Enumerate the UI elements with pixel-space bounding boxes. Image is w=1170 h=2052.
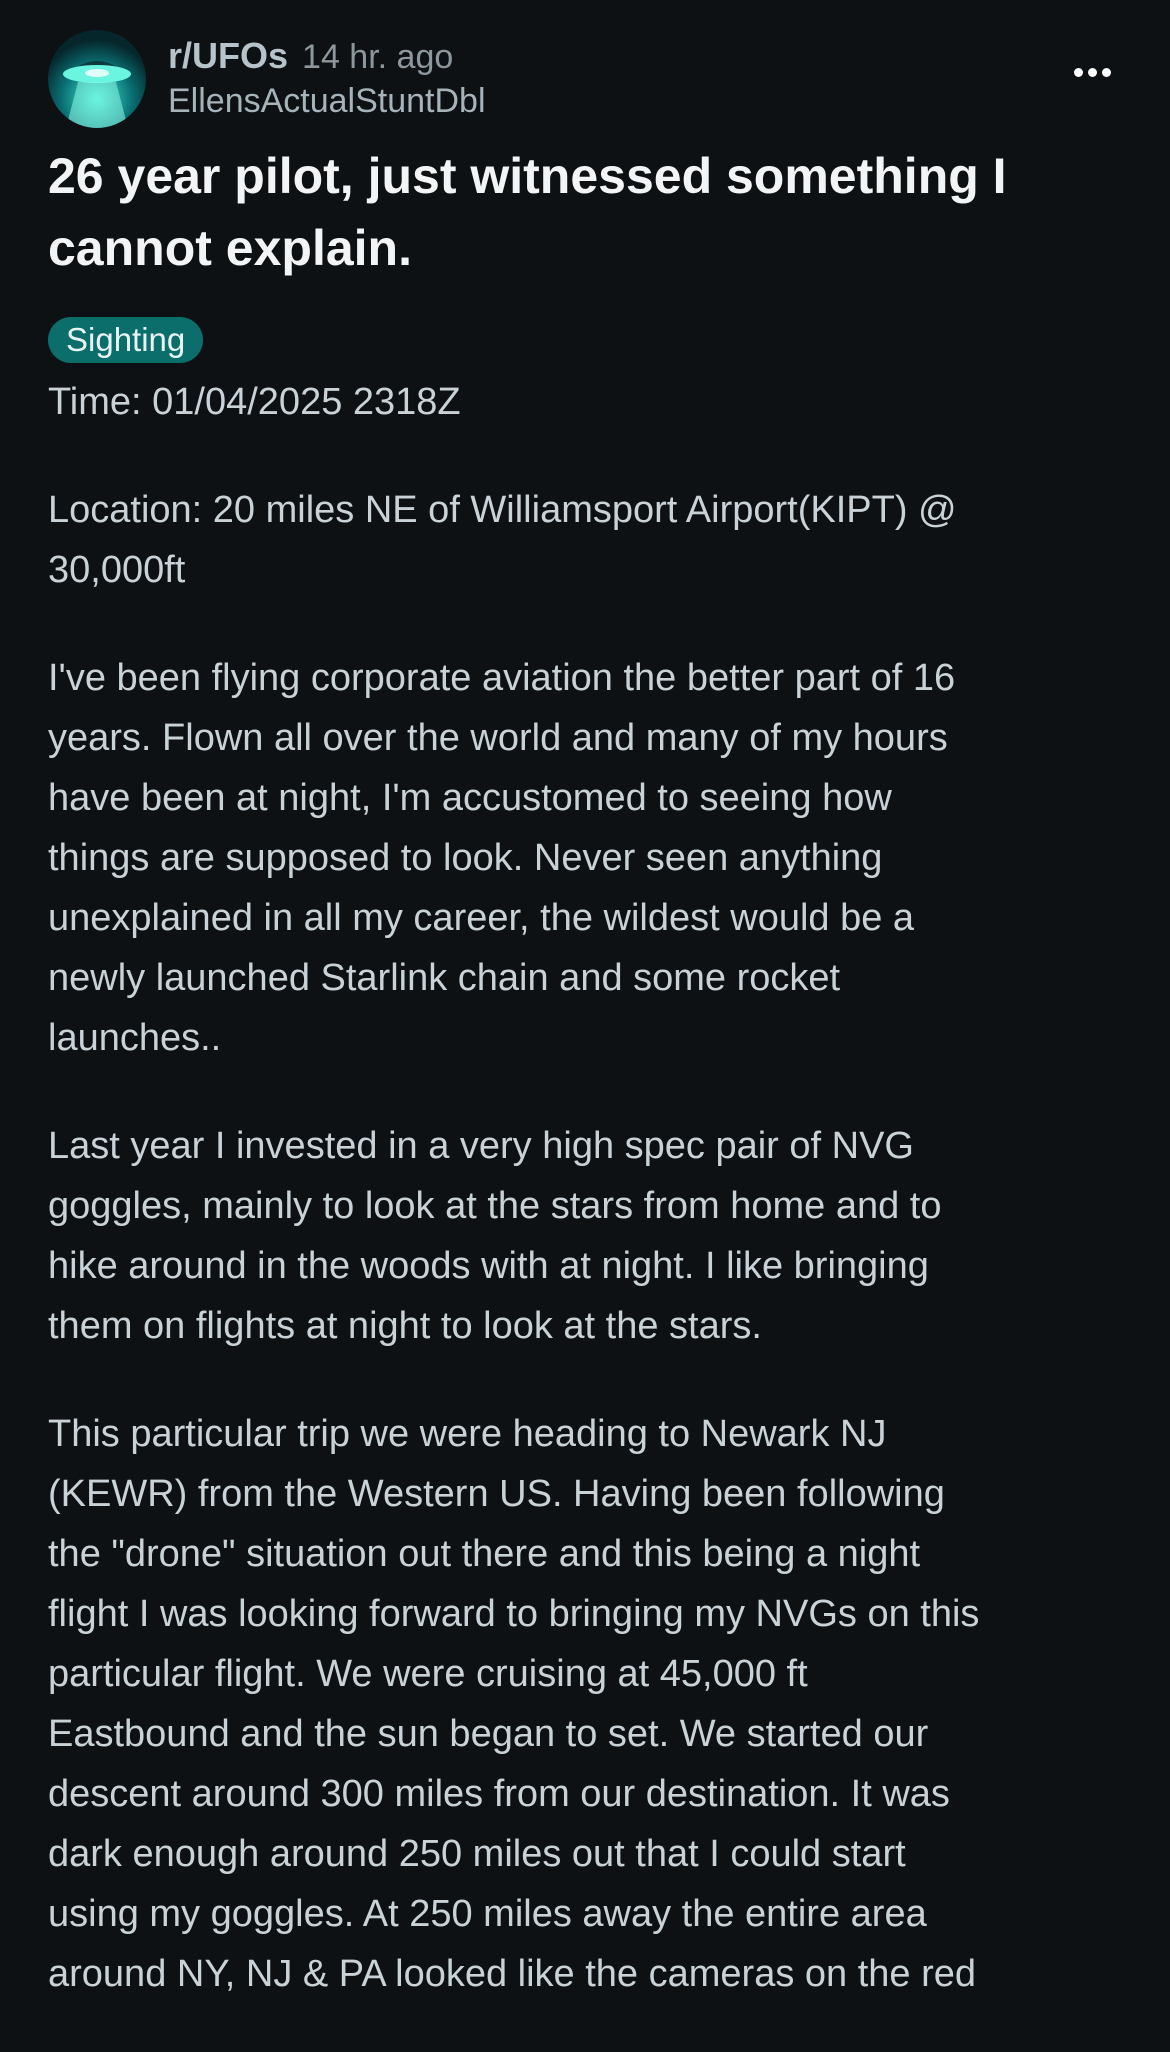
post-header: r/UFOs 14 hr. ago EllensActualStuntDbl [48, 30, 1122, 130]
flair-badge[interactable]: Sighting [48, 317, 204, 363]
post-title: 26 year pilot, just witnessed something … [48, 148, 1007, 276]
more-options-button[interactable] [1062, 52, 1122, 92]
body-paragraph: I've been flying corporate aviation the … [48, 657, 956, 1059]
body-paragraph: Last year I invested in a very high spec… [48, 1125, 942, 1347]
body-paragraph: Time: 01/04/2025 2318Z [48, 381, 461, 423]
ufo-icon [48, 30, 146, 128]
post-view: r/UFOs 14 hr. ago EllensActualStuntDbl 2… [0, 0, 1170, 2010]
body-paragraph: This particular trip we were heading to … [48, 1413, 980, 1995]
more-horizontal-icon [1087, 67, 1097, 77]
post-body: Time: 01/04/2025 2318Z Location: 20 mile… [48, 372, 1128, 2052]
body-paragraph: Location: 20 miles NE of Williamsport Ai… [48, 489, 957, 591]
more-horizontal-icon [1101, 67, 1111, 77]
meta-line: r/UFOs 14 hr. ago [168, 35, 453, 81]
more-horizontal-icon [1073, 67, 1083, 77]
subreddit-avatar[interactable] [48, 30, 146, 128]
author-name[interactable]: EllensActualStuntDbl [168, 82, 486, 121]
subreddit-name[interactable]: r/UFOs [168, 35, 288, 77]
post-time: 14 hr. ago [302, 38, 454, 76]
